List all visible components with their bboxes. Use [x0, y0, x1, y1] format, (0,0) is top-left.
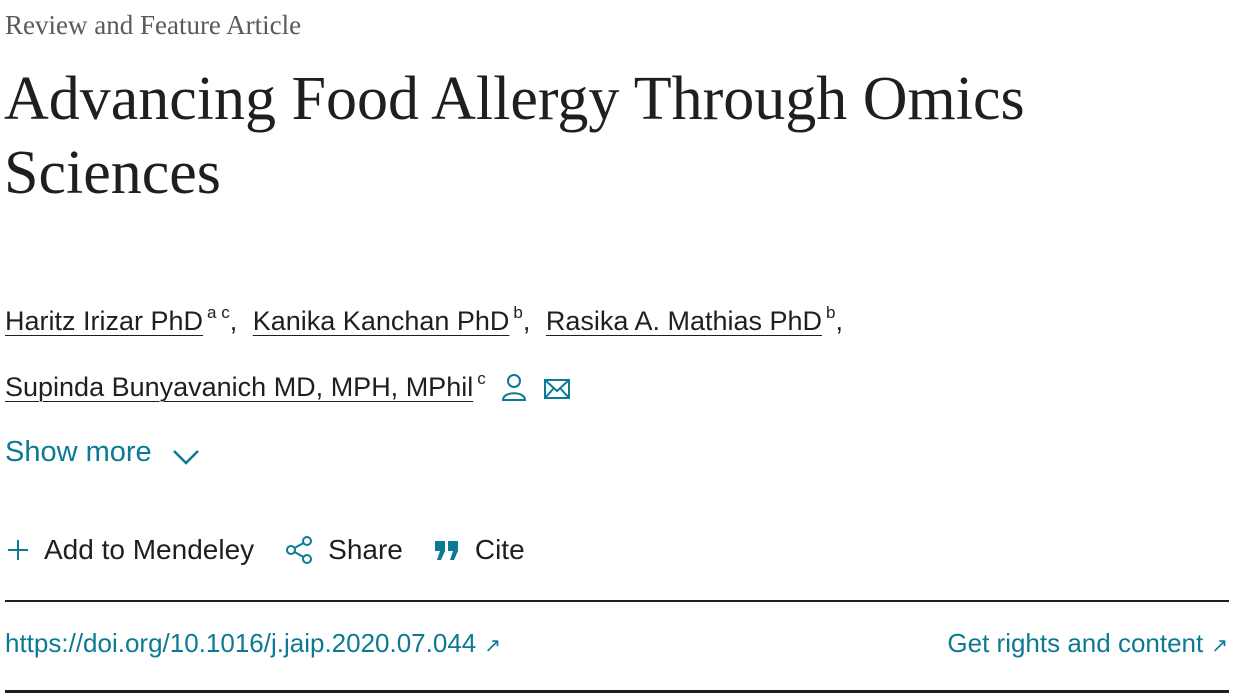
author-affiliation[interactable]: c: [477, 369, 486, 388]
author-link[interactable]: Rasika A. Mathias PhD: [546, 306, 822, 336]
author-separator: ,: [522, 306, 531, 336]
article-header: Review and Feature Article Advancing Foo…: [0, 0, 1240, 698]
share-button[interactable]: Share: [284, 534, 403, 566]
cite-button[interactable]: Cite: [433, 534, 525, 566]
author-line-2: Supinda Bunyavanich MD, MPH, MPhil c: [5, 350, 1205, 422]
get-rights-text: Get rights and content: [947, 628, 1204, 658]
article-toolbar: Add to Mendeley Share Cite: [6, 528, 555, 572]
author-list: Haritz Irizar PhD a c, Kanika Kanchan PhD…: [5, 284, 1205, 422]
envelope-icon[interactable]: [543, 364, 571, 422]
article-type-label: Review and Feature Article: [5, 10, 302, 40]
divider-bottom: [5, 690, 1229, 693]
add-to-mendeley-button[interactable]: Add to Mendeley: [6, 534, 254, 566]
chevron-down-icon: [172, 450, 199, 465]
person-icon[interactable]: [501, 364, 527, 422]
external-link-icon: ↗: [1211, 635, 1228, 657]
author-affiliation[interactable]: a c: [207, 303, 230, 322]
doi-link-text: https://doi.org/10.1016/j.jaip.2020.07.0…: [5, 628, 477, 658]
cite-label: Cite: [474, 534, 525, 565]
external-link-icon: ↗: [484, 635, 502, 657]
author-link[interactable]: Supinda Bunyavanich MD, MPH, MPhil: [5, 372, 473, 402]
share-icon: [286, 536, 313, 564]
author-link[interactable]: Kanika Kanchan PhD: [253, 306, 510, 336]
article-title: Advancing Food Allergy Through Omics Sci…: [4, 65, 1025, 207]
get-rights-link[interactable]: Get rights and content ↗: [947, 628, 1228, 659]
author-link[interactable]: Haritz Irizar PhD: [5, 306, 203, 336]
quote-icon: [434, 541, 458, 560]
author-line-1: Haritz Irizar PhD a c, Kanika Kanchan PhD…: [5, 284, 1205, 350]
show-more-label: Show more: [5, 436, 152, 468]
author-affiliation[interactable]: b: [826, 303, 835, 322]
plus-icon: [8, 540, 28, 560]
show-more-button[interactable]: Show more: [5, 436, 200, 469]
author-affiliation[interactable]: b: [513, 303, 522, 322]
author-separator: ,: [229, 306, 238, 336]
doi-link[interactable]: https://doi.org/10.1016/j.jaip.2020.07.0…: [5, 628, 501, 659]
divider-top: [5, 600, 1229, 602]
share-label: Share: [328, 534, 403, 565]
author-separator: ,: [835, 306, 844, 336]
add-to-mendeley-label: Add to Mendeley: [44, 534, 255, 565]
